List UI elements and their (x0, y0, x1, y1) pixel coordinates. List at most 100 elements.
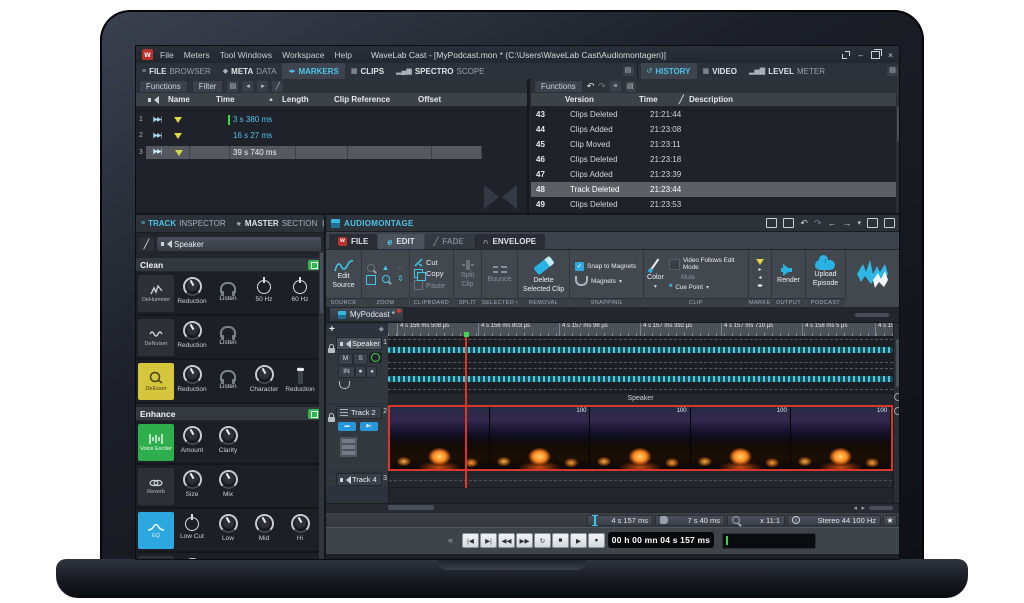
tab-history[interactable]: ↺HISTORY (641, 63, 697, 79)
add-track-button[interactable]: + (329, 324, 335, 335)
zoom-mini-slider[interactable] (869, 506, 893, 510)
video-follows-checkbox[interactable]: Video Follows Edit Mode (669, 257, 748, 271)
tab-video[interactable]: ▦VIDEO (697, 63, 744, 79)
go-to-start-button[interactable]: |◀ (462, 533, 479, 548)
cut-button[interactable]: Cut (414, 258, 438, 267)
tab-master-section[interactable]: ★ MASTERSECTION (231, 215, 323, 232)
collapse-transport-icon[interactable]: « (448, 535, 453, 545)
reduction-slider-control[interactable]: Reduction (282, 363, 318, 393)
tab-track-inspector[interactable]: ≡ TRACKINSPECTOR (136, 215, 231, 232)
rewind-button[interactable]: ◀◀ (498, 533, 515, 548)
reduction-control[interactable]: Reduction (174, 363, 210, 393)
zoom-flag-icon[interactable]: ▲ (382, 264, 390, 272)
character-knob[interactable] (255, 365, 274, 384)
marker-list-icon[interactable]: ▤ (227, 81, 238, 92)
col-offset[interactable]: Offset (418, 95, 468, 104)
zoom-in-icon[interactable] (894, 393, 901, 401)
delete-selected-clip-button[interactable]: DeleteSelected Clip (523, 255, 564, 294)
history-list-icon[interactable]: ≡ (610, 81, 621, 92)
tab-edit[interactable]: eEDIT (378, 234, 423, 249)
color-dropdown[interactable]: Color ▾ (644, 258, 667, 291)
section-clean[interactable]: Clean (136, 257, 324, 272)
50hz-control[interactable]: 50 Hz (246, 275, 282, 303)
hi-control[interactable]: Hi (282, 512, 318, 542)
power-icon[interactable] (293, 280, 307, 294)
marker-row-selected[interactable]: 3 |▶▶| 39 s 740 ms (136, 145, 527, 160)
tab-clips[interactable]: ▦CLIPS (345, 63, 390, 79)
marker-dropdown-icon[interactable] (174, 117, 182, 123)
maximizer-button[interactable]: Maximizer (138, 556, 174, 560)
sort-asc-icon[interactable]: ▲ (268, 97, 282, 103)
history-row[interactable]: 47Clips Added21:23:39 (531, 167, 900, 182)
channel-selector[interactable]: Speaker (157, 237, 321, 251)
playhead-marker-icon[interactable] (464, 332, 469, 337)
marker-rename-icon[interactable]: ╱ (272, 81, 283, 92)
history-row[interactable]: 45Clip Moved21:23:11 (531, 137, 900, 152)
checkbox-checked-icon[interactable]: ✓ (575, 262, 584, 271)
copy-button[interactable]: Copy (414, 269, 444, 278)
headphones-icon[interactable] (220, 282, 236, 293)
character-control[interactable]: Character (246, 363, 282, 393)
record-ready-icon[interactable]: ● (355, 366, 366, 378)
reverb-button[interactable]: Reverb (138, 468, 174, 505)
routing-icon[interactable]: ◂ (366, 366, 377, 378)
render-button[interactable]: Render (777, 264, 800, 285)
col-time[interactable]: Time (216, 95, 268, 104)
marker-next-icon[interactable]: ▸ (758, 267, 761, 273)
reduction-knob[interactable] (183, 277, 202, 296)
marker-row[interactable]: 1 |▶▶| 3 s 380 ms (136, 112, 527, 127)
history-row[interactable]: 49Clips Deleted21:23:53 (531, 197, 900, 212)
upload-episode-button[interactable]: ↑ UploadEpisode (813, 260, 838, 288)
favorites-button[interactable]: ★ (883, 515, 897, 526)
history-row[interactable]: 46Clips Deleted21:23:18 (531, 152, 900, 167)
col-description[interactable]: Description (689, 95, 733, 104)
history-functions-button[interactable]: Functions (534, 80, 583, 93)
magnets-dropdown[interactable]: Magnets▾ (575, 276, 622, 286)
eq-button[interactable]: EQ (138, 512, 174, 549)
track4-name[interactable]: Track 4 (336, 473, 382, 486)
markers-functions-button[interactable]: Functions (139, 80, 188, 93)
mix-knob[interactable] (219, 470, 238, 489)
history-scrollbar[interactable] (896, 93, 900, 213)
section-enhance[interactable]: Enhance (136, 406, 324, 421)
col-version[interactable]: Version (551, 95, 639, 104)
optimize-control[interactable]: Optimize (174, 556, 210, 560)
doc-tab-mypodcast[interactable]: MyPodcast * (330, 308, 403, 321)
vertical-scrollbar[interactable] (896, 339, 900, 387)
nav-back-icon[interactable]: ← (827, 218, 836, 228)
dehummer-button[interactable]: DeHummer (138, 275, 174, 312)
undo-icon[interactable]: ↶ (800, 218, 808, 229)
marker-dropdown-icon[interactable] (174, 133, 182, 139)
monitor-icon[interactable] (369, 352, 382, 363)
scroll-right-icon[interactable]: ▸ (861, 504, 865, 512)
nav-forward-icon[interactable]: → (842, 218, 851, 228)
snap-to-magnets-checkbox[interactable]: ✓Snap to Magnets (575, 262, 636, 271)
tab-spectroscope[interactable]: ▂▄▆SPECTROSCOPE (390, 63, 490, 79)
listen-control[interactable]: Listen (210, 319, 246, 346)
mute-button[interactable]: M (338, 353, 353, 365)
low-control[interactable]: Low (210, 512, 246, 542)
right-panel-menu-icon[interactable]: ▤ (887, 66, 898, 76)
headphones-icon[interactable] (220, 370, 236, 381)
size-knob[interactable] (183, 470, 202, 489)
history-row[interactable]: 43Clips Deleted21:21:44 (531, 107, 900, 122)
menu-file[interactable]: File (160, 50, 174, 60)
marker-goto-prev-icon[interactable]: ◂ (242, 81, 253, 92)
power-icon[interactable] (257, 280, 271, 294)
transport-time-display[interactable]: 00 h 00 mn 04 s 157 ms (608, 532, 714, 548)
minimize-button[interactable]: – (858, 50, 863, 60)
cursor-position[interactable]: 4 s 157 ms (587, 515, 653, 526)
edit-source-button[interactable]: EditSource (332, 259, 354, 290)
col-length[interactable]: Length (282, 95, 334, 104)
doc-mini-scrollbar[interactable] (855, 313, 889, 317)
checkbox-unchecked-icon[interactable] (669, 259, 680, 270)
audio-format[interactable]: iStereo 44 100 Hz (787, 515, 881, 526)
amount-control[interactable]: Amount (174, 424, 210, 454)
mix-control[interactable]: Mix (210, 468, 246, 498)
maximize-panel-icon[interactable] (867, 218, 878, 228)
tab-envelope[interactable]: ∩ENVELOPE (474, 234, 545, 249)
menu-meters[interactable]: Meters (184, 50, 210, 60)
video-clip[interactable]: 100 100 100 100 (388, 405, 893, 471)
options-caret-icon[interactable]: ▾ (857, 219, 861, 227)
open-folder-icon[interactable] (783, 218, 794, 228)
